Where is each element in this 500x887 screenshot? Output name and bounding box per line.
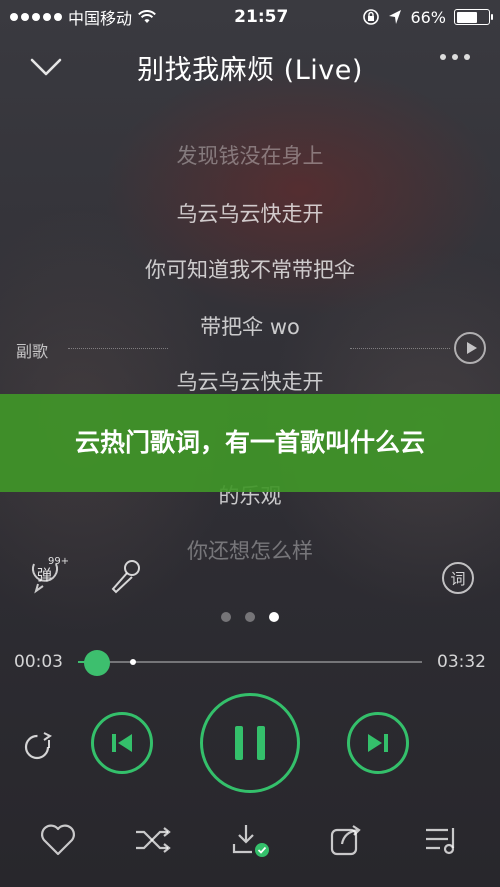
page-dot-active [269,612,279,622]
chevron-down-icon[interactable] [28,52,64,82]
share-icon[interactable] [326,822,366,858]
playlist-icon[interactable] [422,822,462,858]
status-bar: 中国移动 21:57 66% [0,0,500,34]
single-loop-icon[interactable] [22,728,56,762]
current-time: 00:03 [14,652,63,672]
previous-button[interactable] [91,712,153,774]
divider [350,348,450,349]
shuffle-icon[interactable] [133,822,173,858]
download-icon[interactable] [230,822,270,858]
lyric-poster-icon[interactable]: 词 [442,562,474,594]
lyric-line: 乌云乌云快走开 [176,370,324,394]
progress-track[interactable] [92,661,422,663]
lyric-line: 你还想怎么样 [187,539,313,563]
danmu-label: 弹 [37,566,52,584]
danmu-count: 99+ [48,556,68,567]
banner-title: 云热门歌词，有一首歌叫什么云 [74,428,425,458]
pause-bar [235,726,243,760]
battery-fill [456,11,477,23]
skip-back-icon [112,734,132,752]
total-time: 03:32 [437,652,486,672]
page-dot [245,612,255,622]
lyric-poster-label: 词 [450,569,466,588]
divider [68,348,168,349]
microphone-icon[interactable] [108,558,144,594]
lyric-line: 带把伞 wo [200,315,300,339]
pause-bar [257,726,265,760]
lyric-line: 乌云乌云快走开 [176,202,324,226]
lyric-line: 发现钱没在身上 [176,144,324,168]
page-dot [221,612,231,622]
buffer-marker [130,659,136,665]
song-title: 别找我麻烦 (Live) [137,54,363,86]
progress-thumb[interactable] [83,650,110,676]
carrier-name: 中国移动 [68,9,133,28]
next-button[interactable] [347,712,409,774]
lyric-line: 你可知道我不常带把伞 [145,258,355,282]
wifi-icon [138,10,156,23]
battery-percent: 66% [410,7,446,27]
battery-icon [454,9,493,25]
player-header: 别找我麻烦 (Live) [0,40,500,94]
play-from-here-icon[interactable] [454,332,486,364]
rotation-lock-icon [363,9,380,25]
title-banner: 云热门歌词，有一首歌叫什么云 [0,394,500,492]
danmu-icon[interactable]: 弹 99+ [28,554,68,594]
signal-strength-icon [10,13,62,21]
chorus-label: 副歌 [16,342,49,361]
more-options-icon[interactable] [440,54,470,60]
skip-forward-icon [368,734,388,752]
pause-button[interactable] [200,693,300,793]
clock: 21:57 [234,7,289,27]
page-indicator [0,612,500,622]
location-arrow-icon [389,10,402,24]
heart-icon[interactable] [38,822,78,858]
